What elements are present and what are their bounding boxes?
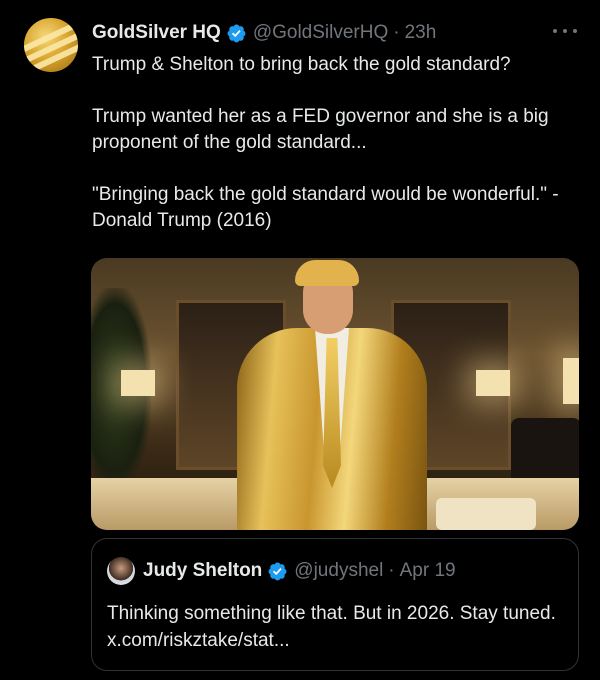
verified-badge-icon (227, 24, 246, 42)
verified-badge-icon (268, 562, 287, 580)
quoted-tweet-header: Judy Shelton @judyshel · Apr 19 (107, 557, 456, 585)
tweet-line: "Bringing back the gold standard would b… (92, 184, 559, 231)
author-name[interactable]: GoldSilver HQ (92, 22, 221, 44)
tweet-line: Trump & Shelton to bring back the gold s… (92, 54, 511, 75)
quoted-author-handle[interactable]: @judyshel (294, 560, 383, 582)
image-lamp (563, 358, 579, 404)
tweet-header: GoldSilver HQ @GoldSilverHQ · 23h (92, 21, 436, 45)
author-avatar[interactable] (24, 18, 78, 72)
quoted-author-name[interactable]: Judy Shelton (143, 560, 262, 582)
tweet[interactable]: GoldSilver HQ @GoldSilverHQ · 23h Trump … (0, 0, 600, 680)
quoted-author-avatar[interactable] (107, 557, 135, 585)
image-lamp (476, 370, 510, 396)
image-lamp (121, 370, 155, 396)
tweet-text: Trump & Shelton to bring back the gold s… (92, 52, 582, 234)
more-options-icon[interactable] (553, 25, 577, 37)
separator-dot: · (388, 560, 395, 581)
tweet-timestamp[interactable]: 23h (405, 22, 437, 44)
image-man-in-gold-suit (237, 258, 427, 530)
separator-dot: · (393, 22, 400, 43)
tweet-image[interactable] (91, 258, 579, 530)
quoted-tweet-timestamp[interactable]: Apr 19 (400, 560, 456, 582)
image-cushion (436, 498, 536, 530)
quoted-tweet-text: Thinking something like that. But in 202… (107, 603, 556, 651)
author-handle[interactable]: @GoldSilverHQ (253, 22, 388, 44)
quoted-tweet[interactable]: Judy Shelton @judyshel · Apr 19 Thinking… (91, 538, 579, 671)
tweet-line: Trump wanted her as a FED governor and s… (92, 106, 549, 153)
